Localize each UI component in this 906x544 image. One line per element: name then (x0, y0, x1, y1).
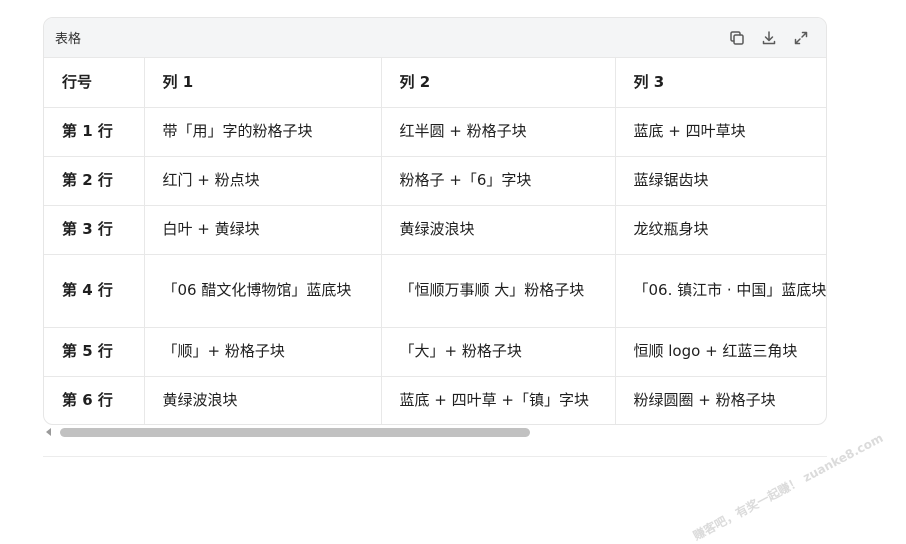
table-cell: 「顺」+ 粉格子块 (144, 327, 382, 377)
row-label: 第 3 行 (44, 205, 145, 255)
table-cell: 带「用」字的粉格子块 (144, 107, 382, 157)
table-header-row: 行号 列 1 列 2 列 3 (44, 58, 826, 108)
table-row: 第 5 行 「顺」+ 粉格子块 「大」+ 粉格子块 恒顺 logo + 红蓝三角… (44, 327, 826, 377)
row-label: 第 1 行 (44, 107, 145, 157)
table-cell: 粉绿圆圈 + 粉格子块 (615, 376, 826, 424)
table-cell: 龙纹瓶身块 (615, 205, 826, 255)
scroll-left-arrow-icon[interactable] (46, 428, 51, 436)
table-cell: 「06. 镇江市 · 中国」蓝底块 (615, 254, 826, 328)
horizontal-scrollbar[interactable] (43, 425, 827, 439)
watermark: 赚客吧，有奖一起赚！ zuanke8.com (690, 430, 886, 544)
table-row: 第 3 行 白叶 + 黄绿块 黄绿波浪块 龙纹瓶身块 (44, 205, 826, 255)
scrollbar-thumb[interactable] (60, 428, 530, 437)
column-header: 列 1 (144, 58, 382, 108)
table-cell: 蓝绿锯齿块 (615, 156, 826, 206)
download-icon[interactable] (760, 29, 778, 47)
row-label: 第 4 行 (44, 254, 145, 328)
table-cell: 「恒顺万事顺 大」粉格子块 (381, 254, 616, 328)
table-scroll-area[interactable]: 行号 列 1 列 2 列 3 第 1 行 带「用」字的粉格子块 红半圆 + 粉格… (44, 58, 826, 424)
table-cell: 蓝底 + 四叶草块 (615, 107, 826, 157)
table-cell: 恒顺 logo + 红蓝三角块 (615, 327, 826, 377)
copy-icon[interactable] (728, 29, 746, 47)
table-card: 表格 行号 列 1 列 2 列 3 第 1 行 带「用」字的粉格子块 红半圆 +… (43, 17, 827, 425)
table-row: 第 6 行 黄绿波浪块 蓝底 + 四叶草 +「镇」字块 粉绿圆圈 + 粉格子块 (44, 376, 826, 424)
table-cell: 白叶 + 黄绿块 (144, 205, 382, 255)
expand-icon[interactable] (792, 29, 810, 47)
data-table: 行号 列 1 列 2 列 3 第 1 行 带「用」字的粉格子块 红半圆 + 粉格… (44, 58, 826, 424)
column-header: 列 2 (381, 58, 616, 108)
column-header: 列 3 (615, 58, 826, 108)
table-row: 第 4 行 「06 醋文化博物馆」蓝底块 「恒顺万事顺 大」粉格子块 「06. … (44, 254, 826, 328)
row-label: 第 2 行 (44, 156, 145, 206)
row-label: 第 6 行 (44, 376, 145, 424)
table-cell: 「06 醋文化博物馆」蓝底块 (144, 254, 382, 328)
card-header: 表格 (44, 18, 826, 58)
table-row: 第 1 行 带「用」字的粉格子块 红半圆 + 粉格子块 蓝底 + 四叶草块 (44, 107, 826, 157)
card-title: 表格 (55, 32, 82, 47)
table-row: 第 2 行 红门 + 粉点块 粉格子 +「6」字块 蓝绿锯齿块 (44, 156, 826, 206)
table-cell: 红门 + 粉点块 (144, 156, 382, 206)
table-cell: 黄绿波浪块 (381, 205, 616, 255)
row-label: 第 5 行 (44, 327, 145, 377)
table-cell: 红半圆 + 粉格子块 (381, 107, 616, 157)
column-header: 行号 (44, 58, 145, 108)
table-cell: 粉格子 +「6」字块 (381, 156, 616, 206)
table-cell: 蓝底 + 四叶草 +「镇」字块 (381, 376, 616, 424)
divider (43, 456, 827, 457)
table-cell: 「大」+ 粉格子块 (381, 327, 616, 377)
table-cell: 黄绿波浪块 (144, 376, 382, 424)
toolbar (728, 29, 810, 47)
